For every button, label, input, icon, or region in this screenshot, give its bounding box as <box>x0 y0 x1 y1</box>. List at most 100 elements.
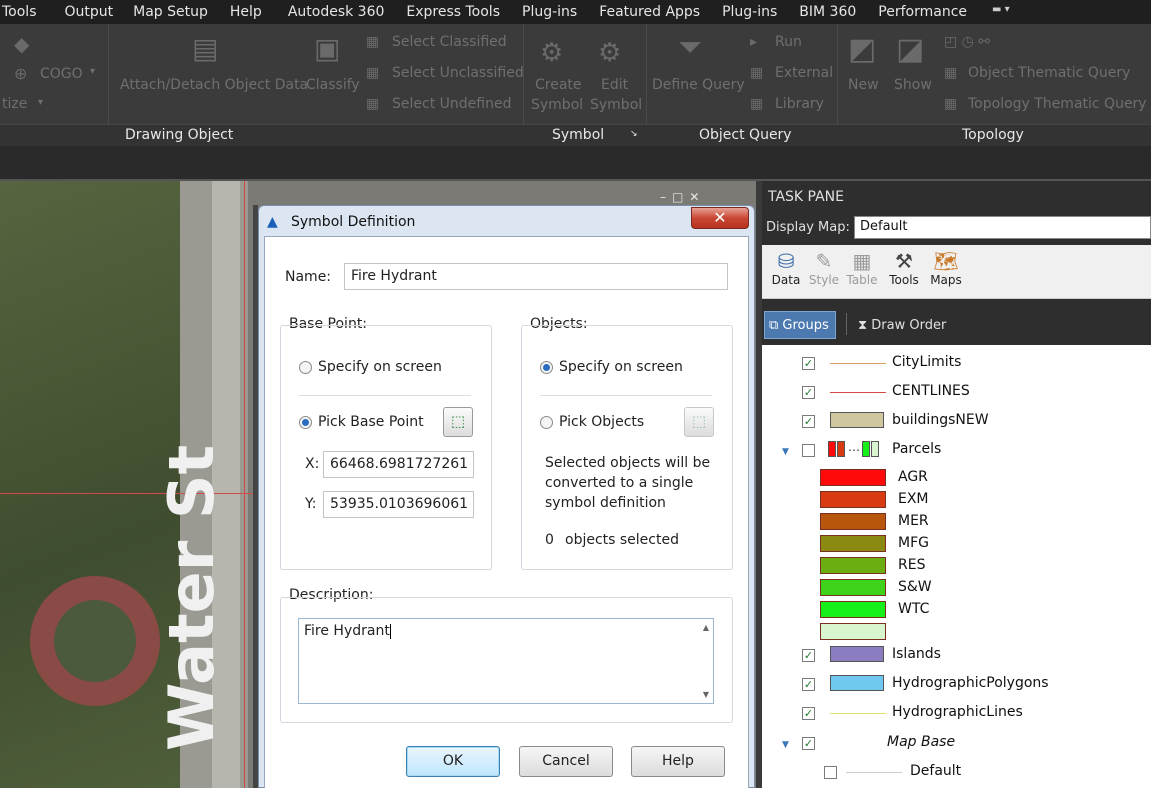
menu-plug-ins[interactable]: Plug-ins <box>514 4 591 20</box>
topology-thematic-query-button[interactable]: Topology Thematic Query <box>968 96 1147 112</box>
display-map-label: Display Map: <box>766 220 850 235</box>
scroll-down-icon[interactable]: ▼ <box>703 690 709 699</box>
create-symbol-label-2[interactable]: Symbol <box>531 97 583 113</box>
tize-dropdown-icon[interactable]: ▾ <box>38 97 43 108</box>
display-map-select[interactable]: Default <box>854 216 1151 239</box>
layer-checkbox[interactable]: ✓ <box>802 357 815 370</box>
tab-groups[interactable]: ⧉ Groups <box>764 311 836 339</box>
show-topology-button[interactable]: Show <box>894 77 932 93</box>
name-input[interactable]: Fire Hydrant <box>344 263 728 290</box>
viewport-window-controls[interactable]: –□✕ <box>660 190 705 204</box>
object-thematic-query-button[interactable]: Object Thematic Query <box>968 65 1130 81</box>
pick-objects-label[interactable]: Pick Objects <box>559 414 644 430</box>
layer-checkbox[interactable]: ✓ <box>802 649 815 662</box>
layer-row-parcels[interactable]: ▼ … Parcels <box>762 436 1151 464</box>
groups-icon: ⧉ <box>769 318 783 333</box>
layer-name: CENTLINES <box>892 383 970 399</box>
attach-detach-button[interactable]: Attach/Detach Object Data <box>120 77 308 93</box>
base-specify-radio[interactable] <box>299 361 312 374</box>
x-input[interactable]: 66468.6981727261 <box>323 451 474 478</box>
maps-tool-button[interactable]: 🗺 Maps <box>924 249 968 287</box>
layer-row-citylimits[interactable]: ✓ CityLimits <box>762 349 1151 377</box>
collapse-arrow-icon[interactable]: ▼ <box>782 740 789 750</box>
layer-name: HydrographicPolygons <box>892 675 1049 691</box>
dialog-body: Name: Fire Hydrant Base Point: Specify o… <box>264 236 749 788</box>
collapse-arrow-icon[interactable]: ▼ <box>782 447 789 457</box>
cogo-button[interactable]: COGO <box>40 66 83 82</box>
new-topology-button[interactable]: New <box>848 77 879 93</box>
objects-specify-label[interactable]: Specify on screen <box>559 359 683 375</box>
edit-symbol-label-2[interactable]: Symbol <box>590 97 642 113</box>
classify-button[interactable]: Classify <box>306 77 360 93</box>
menu-performance[interactable]: Performance <box>870 4 981 20</box>
tab-groups-label: Groups <box>782 318 829 333</box>
street-label: Water St <box>155 444 228 751</box>
pick-base-point-radio[interactable] <box>299 416 312 429</box>
menu-plug-ins-2[interactable]: Plug-ins <box>714 4 791 20</box>
tab-draw-order[interactable]: ⧗ Draw Order <box>858 318 946 333</box>
layer-row-islands[interactable]: ✓ Islands <box>762 641 1151 669</box>
description-textarea[interactable]: Fire Hydrant ▲ ▼ <box>298 618 714 704</box>
define-query-button[interactable]: Define Query <box>652 77 745 93</box>
menu-help[interactable]: Help <box>222 4 276 20</box>
table-tool-button[interactable]: ▦ Table <box>840 249 884 287</box>
objects-info-line1: Selected objects will be <box>545 455 711 471</box>
menu-autodesk-360[interactable]: Autodesk 360 <box>276 4 399 20</box>
layer-checkbox[interactable]: ✓ <box>802 707 815 720</box>
layer-name: CityLimits <box>892 354 962 370</box>
ribbon-options-icon[interactable]: ▬ ▾ <box>992 4 1026 18</box>
select-unclassified-button[interactable]: Select Unclassified <box>392 65 524 81</box>
layer-row-centlines[interactable]: ✓ CENTLINES <box>762 378 1151 406</box>
menu-tools[interactable]: Tools <box>0 4 51 20</box>
select-classified-button[interactable]: Select Classified <box>392 34 507 50</box>
select-undefined-button[interactable]: Select Undefined <box>392 96 511 112</box>
menu-bim-360[interactable]: BIM 360 <box>791 4 870 20</box>
menu-output[interactable]: Output <box>51 4 128 20</box>
menu-map-setup[interactable]: Map Setup <box>127 4 222 20</box>
table-icon: ▦ <box>852 249 872 273</box>
tize-button[interactable]: tize <box>2 96 27 112</box>
run-button[interactable]: Run <box>775 34 802 50</box>
diamond-icon[interactable]: ◆ <box>14 32 29 56</box>
layer-checkbox[interactable] <box>802 444 815 457</box>
pick-objects-button[interactable]: ⬚ <box>684 407 714 437</box>
pick-base-point-label[interactable]: Pick Base Point <box>318 414 424 430</box>
task-pane-tabs: ⧉ Groups ⧗ Draw Order <box>762 299 1151 345</box>
ok-button[interactable]: OK <box>406 746 500 777</box>
menu-featured-apps[interactable]: Featured Apps <box>591 4 714 20</box>
base-specify-label[interactable]: Specify on screen <box>318 359 442 375</box>
edit-symbol-label-1[interactable]: Edit <box>601 77 628 93</box>
topology-tools-icon[interactable]: ◰ ◷ ⚯ <box>944 34 990 50</box>
pick-objects-radio[interactable] <box>540 416 553 429</box>
layer-row-hydro-polygons[interactable]: ✓ HydrographicPolygons <box>762 670 1151 698</box>
dialog-titlebar[interactable]: ▲ Symbol Definition ✕ <box>259 206 754 236</box>
autocad-logo-icon: ▲ <box>267 214 278 230</box>
menu-express-tools[interactable]: Express Tools <box>398 4 514 20</box>
table-tool-label: Table <box>846 273 878 287</box>
task-pane-toolbar: ⛁ Data ✎ Style ▦ Table ⚒ Tools 🗺 Maps <box>762 245 1151 299</box>
layer-checkbox[interactable]: ✓ <box>802 737 815 750</box>
pick-base-point-button[interactable]: ⬚ <box>443 407 473 437</box>
layer-checkbox[interactable]: ✓ <box>802 678 815 691</box>
help-button[interactable]: Help <box>631 746 725 777</box>
external-button[interactable]: External <box>775 65 833 81</box>
description-text: Fire Hydrant <box>304 623 390 639</box>
cogo-dropdown-icon[interactable]: ▾ <box>90 66 95 77</box>
tools-tool-button[interactable]: ⚒ Tools <box>882 249 926 287</box>
panel-launcher-icon[interactable]: ↘ <box>630 129 638 139</box>
layer-row-hydro-lines[interactable]: ✓ HydrographicLines <box>762 699 1151 727</box>
layer-checkbox[interactable]: ✓ <box>802 386 815 399</box>
layer-group-map-base[interactable]: ▼ ✓ Map Base <box>762 729 1151 757</box>
library-button[interactable]: Library <box>775 96 824 112</box>
layer-row-default[interactable]: Default <box>762 758 1151 786</box>
scroll-up-icon[interactable]: ▲ <box>703 623 709 632</box>
y-input[interactable]: 53935.0103696061 <box>323 491 474 518</box>
objects-specify-radio[interactable] <box>540 361 553 374</box>
parcel-thumb-light <box>871 441 879 457</box>
close-button[interactable]: ✕ <box>691 207 749 229</box>
layer-checkbox[interactable] <box>824 766 837 779</box>
layer-row-buildings[interactable]: ✓ buildingsNEW <box>762 407 1151 435</box>
layer-checkbox[interactable]: ✓ <box>802 415 815 428</box>
cancel-button[interactable]: Cancel <box>519 746 613 777</box>
create-symbol-label-1[interactable]: Create <box>535 77 582 93</box>
